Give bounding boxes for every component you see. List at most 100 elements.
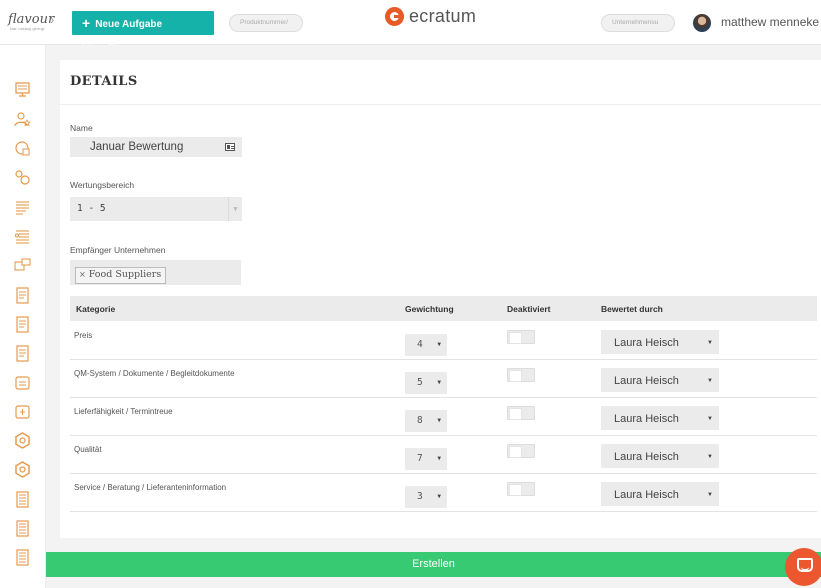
rater-value: Laura Heisch	[614, 413, 679, 425]
deactivated-toggle[interactable]	[507, 406, 535, 420]
sidebar	[0, 45, 46, 588]
table-row: Preis 4 ▼ Laura Heisch ▼	[70, 322, 817, 360]
chevron-down-icon: ▼	[707, 492, 713, 498]
column-header-deactivated: Deaktiviert	[507, 304, 551, 314]
hexagon-icon[interactable]	[14, 461, 31, 478]
chevron-right-icon[interactable]: ›	[50, 12, 54, 27]
document-icon[interactable]	[14, 316, 31, 333]
chevron-down-icon: ▼	[707, 416, 713, 422]
column-header-weight: Gewichtung	[405, 304, 454, 314]
column-header-category: Kategorie	[76, 304, 116, 314]
rater-select[interactable]: Laura Heisch ▼	[601, 406, 719, 430]
chevron-down-icon: ▼	[437, 341, 441, 348]
details-card: DETAILS Name Januar Bewertung Wertungsbe…	[60, 60, 821, 538]
category-name: Lieferfähigkeit / Termintreue	[74, 407, 173, 416]
user-name[interactable]: matthew menneke	[721, 15, 819, 29]
network-icon[interactable]	[14, 169, 31, 186]
company-search-placeholder: Unternehmensu	[612, 19, 659, 26]
logo-text: ecratum	[409, 6, 477, 26]
contact-card-icon	[225, 143, 235, 151]
weight-value: 3	[417, 491, 423, 502]
weight-select[interactable]: 5 ▼	[405, 372, 447, 394]
chevron-down-icon: ▼	[707, 454, 713, 460]
weight-select[interactable]: 7 ▼	[405, 448, 447, 470]
table-header: Kategorie Gewichtung Deaktiviert Bewerte…	[70, 296, 817, 321]
plus-icon: +	[82, 15, 91, 31]
tag-remove-icon[interactable]: ×	[79, 270, 86, 279]
analytics-icon[interactable]	[14, 140, 31, 157]
deactivated-toggle[interactable]	[507, 368, 535, 382]
add-task-button[interactable]: +Neue Aufgabe hinzufügen	[72, 11, 214, 54]
rater-value: Laura Heisch	[614, 489, 679, 501]
weight-select[interactable]: 4 ▼	[405, 334, 447, 356]
chevron-down-icon: ▼	[707, 378, 713, 384]
range-value: 1 - 5	[77, 203, 106, 214]
weight-value: 4	[417, 339, 423, 350]
document-icon[interactable]	[14, 287, 31, 304]
create-button[interactable]: Erstellen	[46, 552, 821, 577]
weight-value: 8	[417, 415, 423, 426]
rater-value: Laura Heisch	[614, 337, 679, 349]
brand-name: flavour	[8, 12, 55, 27]
recipient-tag-label: Food Suppliers	[88, 269, 162, 280]
recipient-label: Empfänger Unternehmen	[70, 245, 166, 255]
product-search-placeholder: Produktnummer/	[240, 19, 289, 26]
name-value: Januar Bewertung	[90, 141, 184, 153]
dashboard-icon[interactable]	[14, 81, 31, 98]
category-name: Service / Beratung / Lieferanteninformat…	[74, 483, 227, 492]
weight-select[interactable]: 3 ▼	[405, 486, 447, 508]
document-icon[interactable]	[14, 345, 31, 362]
recipient-multiselect[interactable]: × Food Suppliers	[70, 260, 241, 285]
deactivated-toggle[interactable]	[507, 482, 535, 496]
rater-value: Laura Heisch	[614, 451, 679, 463]
rater-select[interactable]: Laura Heisch ▼	[601, 444, 719, 468]
range-label: Wertungsbereich	[70, 180, 135, 190]
name-field[interactable]: Januar Bewertung	[70, 137, 242, 157]
chevron-down-icon: ▼	[228, 197, 242, 221]
report-icon[interactable]	[14, 520, 31, 537]
chevron-down-icon: ▼	[437, 455, 441, 462]
chat-support-icon[interactable]	[785, 548, 821, 586]
column-header-rated-by: Bewertet durch	[601, 304, 663, 314]
category-name: Qualität	[74, 445, 102, 454]
report-icon[interactable]	[14, 549, 31, 566]
ecratum-logo-icon	[385, 7, 404, 26]
list-icon[interactable]	[14, 199, 31, 216]
chevron-down-icon: ▼	[437, 417, 441, 424]
company-search-input[interactable]: Unternehmensu	[601, 14, 675, 32]
chat-icon[interactable]	[14, 257, 31, 274]
box-icon[interactable]	[14, 403, 31, 420]
report-icon[interactable]	[14, 491, 31, 508]
range-select[interactable]: 1 - 5 ▼	[70, 197, 242, 221]
divider	[60, 104, 821, 105]
brand-subtitle: fair eating group	[10, 26, 45, 31]
rater-select[interactable]: Laura Heisch ▼	[601, 368, 719, 392]
deactivated-toggle[interactable]	[507, 330, 535, 344]
recipient-tag[interactable]: × Food Suppliers	[75, 267, 167, 284]
category-name: QM-System / Dokumente / Begleitdokumente	[74, 369, 235, 378]
brand-logo[interactable]: flavour fair eating group	[8, 12, 55, 31]
table-row: QM-System / Dokumente / Begleitdokumente…	[70, 360, 817, 398]
weight-select[interactable]: 8 ▼	[405, 410, 447, 432]
page-title: DETAILS	[70, 74, 138, 89]
rater-select[interactable]: Laura Heisch ▼	[601, 330, 719, 354]
chevron-down-icon: ▼	[437, 379, 441, 386]
chevron-down-icon: ▼	[707, 340, 713, 346]
deactivated-toggle[interactable]	[507, 444, 535, 458]
weight-value: 7	[417, 453, 423, 464]
chevron-down-icon: ▼	[437, 493, 441, 500]
weight-value: 5	[417, 377, 423, 388]
supplier-icon[interactable]	[14, 111, 31, 128]
top-bar: flavour fair eating group › + Neue Aufgab…	[0, 0, 821, 54]
product-search-input[interactable]: Produktnummer/	[229, 14, 303, 32]
rater-value: Laura Heisch	[614, 375, 679, 387]
hexagon-icon[interactable]	[14, 432, 31, 449]
box-icon[interactable]	[14, 374, 31, 391]
list-settings-icon[interactable]	[14, 228, 31, 245]
ecratum-logo[interactable]: ecratum	[385, 6, 476, 27]
table-row: Lieferfähigkeit / Termintreue 8 ▼ Laura H…	[70, 398, 817, 436]
table-row: Qualität 7 ▼ Laura Heisch ▼	[70, 436, 817, 474]
category-name: Preis	[74, 331, 93, 340]
avatar[interactable]	[693, 14, 711, 32]
rater-select[interactable]: Laura Heisch ▼	[601, 482, 719, 506]
